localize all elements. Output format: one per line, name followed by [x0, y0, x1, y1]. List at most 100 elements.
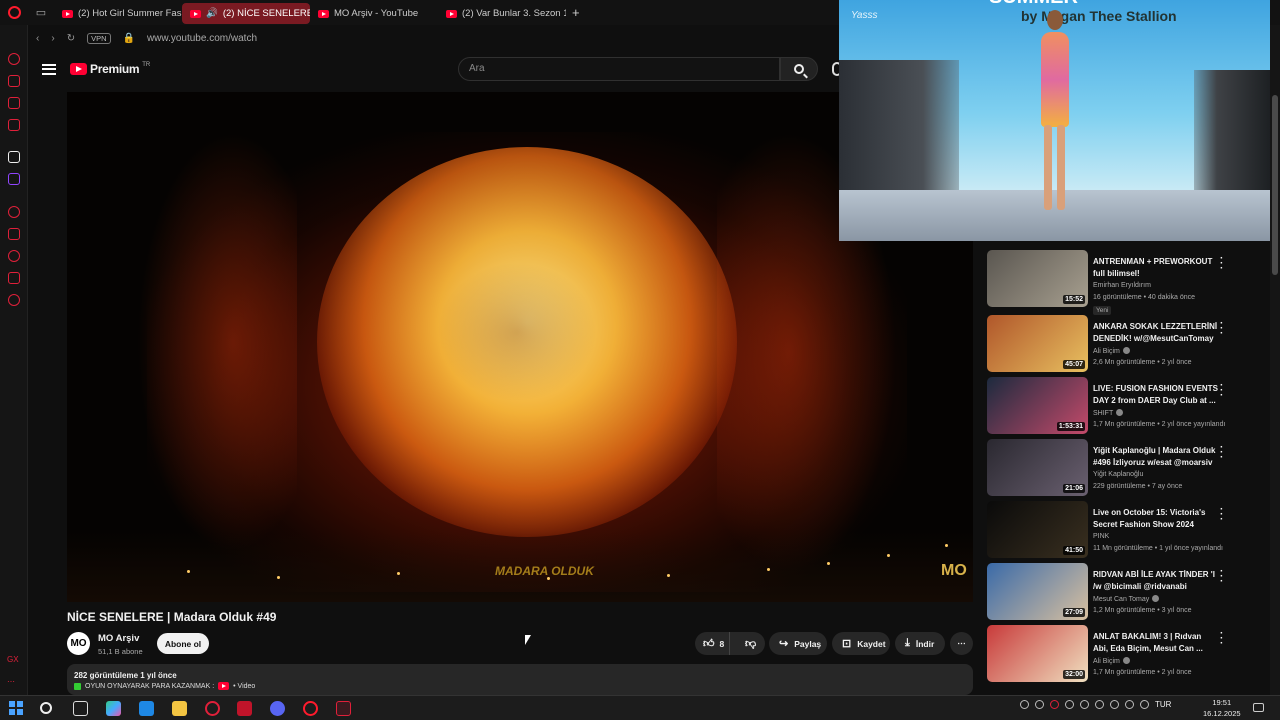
recommendation-title[interactable]: RIDVAN ABİ İLE AYAK TİNDER 'I /w @bicima…: [1093, 569, 1218, 592]
taskbar-search-icon[interactable]: [40, 702, 52, 714]
sidebar-player-icon[interactable]: [8, 206, 20, 218]
sidebar-history-icon[interactable]: [8, 250, 20, 262]
discord-icon[interactable]: [270, 701, 285, 716]
dislike-button[interactable]: 👎︎: [736, 637, 765, 650]
tray-icon[interactable]: [1020, 700, 1029, 709]
sidebar-bag-icon[interactable]: [8, 75, 20, 87]
recommendation-item[interactable]: 1:53:31 LIVE: FUSION FASHION EVENTS DAY …: [987, 377, 1230, 435]
url-field[interactable]: www.youtube.com/watch: [147, 33, 257, 44]
menu-icon[interactable]: [42, 61, 56, 77]
sidebar-extensions-icon[interactable]: [8, 272, 20, 284]
more-options-icon[interactable]: · · ·: [1220, 505, 1230, 525]
task-view-icon[interactable]: [73, 701, 88, 716]
tray-icon[interactable]: [1065, 700, 1074, 709]
scrollbar-thumb[interactable]: [1272, 95, 1278, 275]
recommendation-channel[interactable]: Ali Biçim: [1093, 347, 1130, 355]
edge-icon[interactable]: [139, 701, 154, 716]
recommendation-title[interactable]: LIVE: FUSION FASHION EVENTS DAY 2 from D…: [1093, 383, 1218, 406]
video-player[interactable]: MADARA OLDUK MO: [67, 92, 973, 602]
tray-icon[interactable]: [1035, 700, 1044, 709]
sidebar-bookmark-icon[interactable]: [8, 228, 20, 240]
copilot-icon[interactable]: [106, 701, 121, 716]
clock[interactable]: 19:51 16.12.2025: [1203, 697, 1241, 719]
recommendation-thumbnail[interactable]: 45:07: [987, 315, 1088, 372]
tray-icon[interactable]: [1050, 700, 1059, 709]
recommendation-thumbnail[interactable]: 41:50: [987, 501, 1088, 558]
download-button[interactable]: ⤓ İndir: [895, 632, 945, 655]
recommendation-channel[interactable]: Ali Biçim: [1093, 657, 1130, 665]
search-input[interactable]: Ara: [458, 57, 780, 81]
file-explorer-icon[interactable]: [172, 701, 187, 716]
recommendation-item[interactable]: 21:06 Yiğit Kaplanoğlu | Madara Olduk #4…: [987, 439, 1230, 497]
vpn-badge[interactable]: VPN: [87, 33, 111, 44]
tab-overview-icon[interactable]: ▭: [28, 6, 54, 19]
speaker-icon[interactable]: 🔊: [206, 8, 218, 19]
recommendation-item[interactable]: 45:07 ANKARA SOKAK LEZZETLERİNİ DENEDİK!…: [987, 315, 1230, 373]
more-options-icon[interactable]: · · ·: [1220, 567, 1230, 587]
sidebar-settings-icon[interactable]: [8, 294, 20, 306]
more-options-icon[interactable]: · · ·: [1220, 254, 1230, 274]
recommendation-thumbnail[interactable]: 27:09: [987, 563, 1088, 620]
recommendation-item[interactable]: 27:09 RIDVAN ABİ İLE AYAK TİNDER 'I /w @…: [987, 563, 1230, 621]
recommendation-thumbnail[interactable]: 32:00: [987, 625, 1088, 682]
channel-name[interactable]: MO Arşiv: [98, 633, 139, 644]
app-icon[interactable]: [237, 701, 252, 716]
more-options-icon[interactable]: · · ·: [1220, 443, 1230, 463]
recommendation-channel[interactable]: Emirhan Eryıldırım: [1093, 282, 1151, 289]
sidebar-more-icon[interactable]: ⋯: [7, 677, 15, 686]
sidebar-refresh-icon[interactable]: [8, 53, 20, 65]
save-button[interactable]: ⊡ Kaydet: [832, 632, 890, 655]
language-indicator[interactable]: TUR: [1155, 700, 1171, 709]
recommendation-item[interactable]: 15:52 ANTRENMAN + PREWORKOUT full bilims…: [987, 250, 1230, 315]
forward-icon[interactable]: ›: [51, 33, 54, 44]
sidebar-twitch-icon[interactable]: [8, 173, 20, 185]
picture-in-picture-window[interactable]: SUMMER by Megan Thee Stallion Yasss: [839, 0, 1270, 241]
more-options-icon[interactable]: · · ·: [1220, 381, 1230, 401]
youtube-logo[interactable]: Premium TR: [70, 62, 150, 76]
tab-mo-arsiv[interactable]: MO Arşiv - YouTube: [310, 3, 438, 24]
more-options-icon[interactable]: · · ·: [1220, 319, 1230, 339]
channel-avatar[interactable]: MO: [67, 632, 90, 655]
more-options-icon[interactable]: · · ·: [1220, 629, 1230, 649]
recommendation-thumbnail[interactable]: 15:52: [987, 250, 1088, 307]
recommendation-item[interactable]: 41:50 Live on October 15: Victoria's Sec…: [987, 501, 1230, 559]
recommendation-title[interactable]: ANKARA SOKAK LEZZETLERİNİ DENEDİK! w/@Me…: [1093, 321, 1218, 344]
page-scrollbar[interactable]: [1270, 25, 1280, 695]
notification-icon[interactable]: [1253, 703, 1264, 712]
recommendation-thumbnail[interactable]: 1:53:31: [987, 377, 1088, 434]
recommendation-thumbnail[interactable]: 21:06: [987, 439, 1088, 496]
opera-gx-active-icon[interactable]: [336, 701, 351, 716]
search-button[interactable]: [780, 57, 818, 81]
recommendation-title[interactable]: ANLAT BAKALIM! 3 | Rıdvan Abi, Eda Biçim…: [1093, 631, 1218, 654]
sidebar-messenger-icon[interactable]: [8, 119, 20, 131]
reload-icon[interactable]: ↻: [67, 33, 75, 44]
network-icon[interactable]: [1125, 700, 1134, 709]
recommendation-title[interactable]: ANTRENMAN + PREWORKOUT full bilimsel!: [1093, 256, 1218, 279]
opera-menu-button[interactable]: [0, 0, 28, 25]
recommendation-item[interactable]: 32:00 ANLAT BAKALIM! 3 | Rıdvan Abi, Eda…: [987, 625, 1230, 683]
recommendation-channel[interactable]: Mesut Can Tomay: [1093, 595, 1160, 603]
tab-var-bunlar[interactable]: (2) Var Bunlar 3. Sezon 1.: [438, 3, 566, 24]
opera-gx-icon[interactable]: [205, 701, 220, 716]
subscribe-button[interactable]: Abone ol: [157, 633, 209, 654]
recommendation-title[interactable]: Yiğit Kaplanoğlu | Madara Olduk #496 İzl…: [1093, 445, 1218, 468]
like-button[interactable]: 👍︎ 8: [695, 632, 731, 655]
new-tab-button[interactable]: +: [572, 5, 580, 20]
sidebar-chat-icon[interactable]: [8, 97, 20, 109]
sidebar-gx-label[interactable]: GX: [7, 655, 19, 664]
back-icon[interactable]: ‹: [36, 33, 39, 44]
recommendation-title[interactable]: Live on October 15: Victoria's Secret Fa…: [1093, 507, 1218, 530]
volume-icon[interactable]: [1140, 700, 1149, 709]
recommendation-channel[interactable]: SHIFT: [1093, 409, 1124, 417]
microphone-icon[interactable]: [1110, 700, 1119, 709]
recommendation-channel[interactable]: Yiğit Kaplanoğlu: [1093, 471, 1143, 478]
tab-nice-senelere[interactable]: 🔊 (2) NİCE SENELERE |: [182, 3, 310, 24]
more-actions-button[interactable]: ⋯: [950, 632, 973, 655]
opera-icon[interactable]: [303, 701, 318, 716]
windows-start-icon[interactable]: [9, 701, 24, 716]
share-button[interactable]: ↪ Paylaş: [769, 632, 827, 655]
recommendation-channel[interactable]: PINK: [1093, 533, 1109, 540]
tab-hot-girl-summer[interactable]: (2) Hot Girl Summer Fash: [54, 3, 182, 24]
sidebar-aria-icon[interactable]: [8, 151, 20, 163]
tray-icon[interactable]: [1080, 700, 1089, 709]
